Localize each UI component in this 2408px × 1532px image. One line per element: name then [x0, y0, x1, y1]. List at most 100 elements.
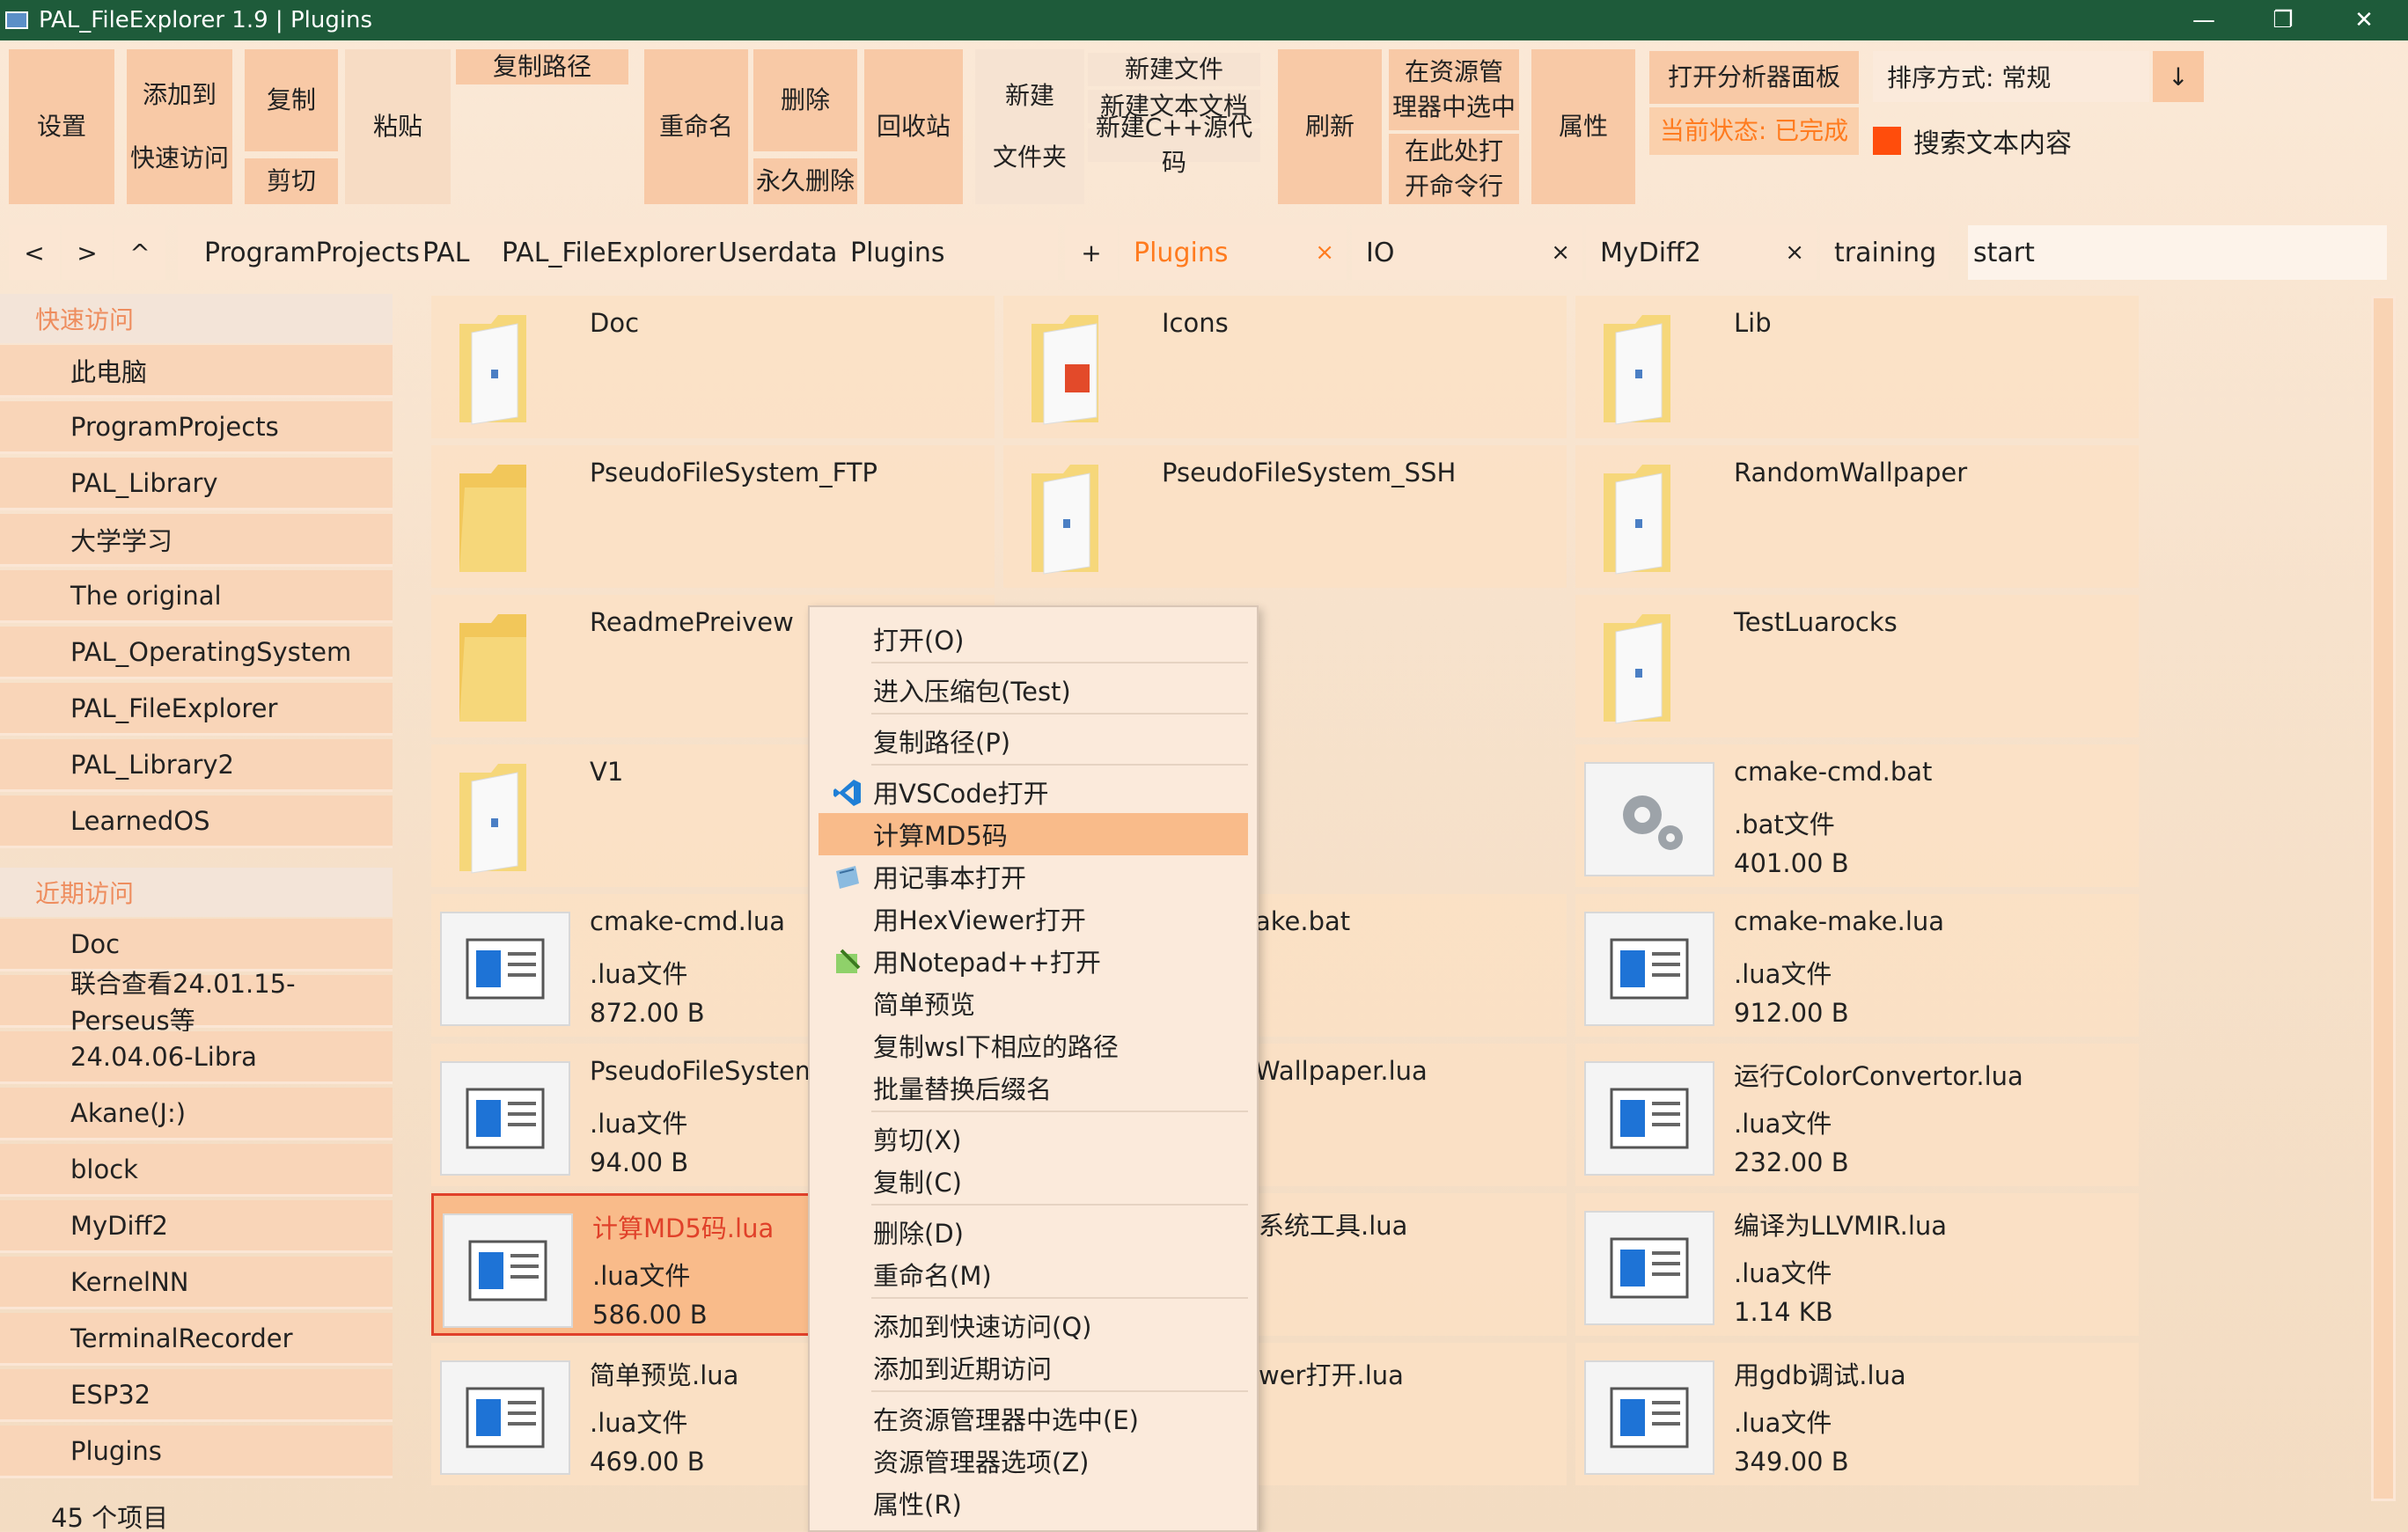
restore-button[interactable]: ❐ — [2243, 0, 2324, 40]
sidebar-item[interactable]: The original — [0, 570, 393, 623]
open-analyzer-button[interactable]: 打开分析器面板 — [1649, 51, 1859, 104]
properties-button[interactable]: 属性 — [1531, 49, 1635, 204]
add-tab-button[interactable]: + — [1065, 225, 1118, 280]
tab-training[interactable]: training — [1820, 225, 1949, 280]
menu-item-compute-md5[interactable]: 计算MD5码 — [819, 813, 1248, 855]
folder-item[interactable]: PseudoFileSystem_SSH — [1003, 445, 1567, 588]
menu-item-select-in-explorer[interactable]: 在资源管理器中选中(E) — [819, 1397, 1248, 1440]
sort-select[interactable]: 排序方式: 常规 — [1873, 51, 2149, 102]
menu-item-open-notepad[interactable]: 用记事本打开 — [819, 855, 1248, 898]
new-file-button[interactable]: 新建文件 — [1088, 53, 1260, 86]
tab-plugins[interactable]: Plugins × — [1120, 225, 1347, 280]
file-name: 用gdb调试.lua — [1734, 1360, 1906, 1390]
menu-item-delete[interactable]: 删除(D) — [819, 1211, 1248, 1253]
menu-item-copy-wsl-path[interactable]: 复制wsl下相应的路径 — [819, 1024, 1248, 1067]
new-cpp-source-button[interactable]: 新建C++源代码 — [1088, 113, 1260, 177]
vertical-scrollbar[interactable] — [2371, 296, 2396, 1501]
sidebar-item[interactable]: PAL_Library2 — [0, 739, 393, 792]
folder-item[interactable]: Lib — [1575, 296, 2139, 438]
close-button[interactable]: ✕ — [2324, 0, 2404, 40]
sort-direction-button[interactable]: ↓ — [2153, 51, 2204, 102]
copy-button[interactable]: 复制 — [245, 49, 338, 151]
permanent-delete-button[interactable]: 永久删除 — [753, 158, 857, 204]
folder-item[interactable]: Doc — [431, 296, 995, 438]
sidebar-item[interactable]: Akane(J:) — [0, 1088, 393, 1140]
file-item[interactable]: cmake-cmd.bat .bat文件 401.00 B — [1575, 744, 2139, 887]
search-input[interactable]: start — [1968, 225, 2387, 280]
status-indicator: 当前状态: 已完成 — [1649, 107, 1859, 155]
sidebar-item[interactable]: 大学学习 — [0, 514, 393, 567]
menu-item-simple-preview[interactable]: 简单预览 — [819, 982, 1248, 1024]
folder-item[interactable]: Icons — [1003, 296, 1567, 438]
file-item[interactable]: cmake-make.lua .lua文件 912.00 B — [1575, 894, 2139, 1037]
file-item[interactable]: 运行ColorConvertor.lua .lua文件 232.00 B — [1575, 1044, 2139, 1186]
tab-close-icon[interactable]: × — [1551, 225, 1570, 280]
menu-item-properties[interactable]: 属性(R) — [819, 1482, 1248, 1524]
menu-item-open-vscode[interactable]: 用VSCode打开 — [819, 771, 1248, 813]
settings-button[interactable]: 设置 — [9, 49, 114, 204]
sidebar-item[interactable]: 此电脑 — [0, 345, 393, 398]
sidebar-item[interactable]: LearnedOS — [0, 795, 393, 848]
tab-io[interactable]: IO × — [1352, 225, 1582, 280]
tab-mydiff2[interactable]: MyDiff2 × — [1586, 225, 1817, 280]
menu-item-enter-archive[interactable]: 进入压缩包(Test) — [819, 669, 1248, 711]
breadcrumb-item[interactable]: Plugins — [836, 225, 944, 280]
menu-item-copy[interactable]: 复制(C) — [819, 1160, 1248, 1202]
select-in-explorer-label-2: 理器中选中 — [1391, 92, 1516, 121]
rename-button[interactable]: 重命名 — [644, 49, 748, 204]
sidebar-item[interactable]: TerminalRecorder — [0, 1313, 393, 1366]
menu-item-rename[interactable]: 重命名(M) — [819, 1253, 1248, 1295]
gear-icon — [1584, 762, 1714, 876]
sidebar-item[interactable]: ProgramProjects — [0, 401, 393, 454]
select-in-explorer-button[interactable]: 在资源管 理器中选中 — [1389, 49, 1519, 130]
menu-item-add-quick-access[interactable]: 添加到快速访问(Q) — [819, 1304, 1248, 1346]
menu-item-open-notepadpp[interactable]: 用Notepad++打开 — [819, 940, 1248, 982]
menu-item-cut[interactable]: 剪切(X) — [819, 1118, 1248, 1160]
recycle-bin-button[interactable]: 回收站 — [864, 49, 963, 204]
new-folder-button[interactable]: 新建 文件夹 — [975, 49, 1084, 204]
back-button[interactable]: < — [9, 225, 60, 280]
paste-button[interactable]: 粘贴 — [345, 49, 451, 204]
folder-item[interactable]: PseudoFileSystem_FTP — [431, 445, 995, 588]
menu-item-open-hexviewer[interactable]: 用HexViewer打开 — [819, 898, 1248, 940]
breadcrumb-item[interactable]: PAL_FileExplorer — [488, 225, 716, 280]
sidebar-item[interactable]: block — [0, 1144, 393, 1197]
sidebar-item[interactable]: ESP32 — [0, 1369, 393, 1422]
sidebar-item[interactable]: 联合查看24.01.15-Perseus等 — [0, 969, 393, 1036]
refresh-button[interactable]: 刷新 — [1278, 49, 1382, 204]
up-button[interactable]: ^ — [114, 225, 165, 280]
folder-item[interactable]: RandomWallpaper — [1575, 445, 2139, 588]
tab-label: IO — [1366, 237, 1395, 268]
menu-item-explorer-options[interactable]: 资源管理器选项(Z) — [819, 1440, 1248, 1482]
add-to-quick-access-button[interactable]: 添加到 快速访问 — [127, 49, 232, 204]
minimize-button[interactable]: — — [2163, 0, 2244, 40]
menu-item-open[interactable]: 打开(O) — [819, 618, 1248, 660]
open-command-line-button[interactable]: 在此处打 开命令行 — [1389, 134, 1519, 204]
menu-item-copy-path[interactable]: 复制路径(P) — [819, 720, 1248, 762]
breadcrumb-item[interactable]: ProgramProjects — [190, 225, 420, 280]
tab-close-icon[interactable]: × — [1315, 225, 1334, 280]
search-text-checkbox[interactable] — [1873, 127, 1901, 155]
breadcrumb-item[interactable]: Userdata — [704, 225, 837, 280]
folder-icon — [1604, 315, 1670, 425]
menu-item-add-recent[interactable]: 添加到近期访问 — [819, 1346, 1248, 1389]
forward-button[interactable]: > — [62, 225, 113, 280]
file-item[interactable]: 用gdb调试.lua .lua文件 349.00 B — [1575, 1343, 2139, 1485]
sidebar-item[interactable]: PAL_Library — [0, 458, 393, 510]
breadcrumb-item[interactable]: PAL — [408, 225, 469, 280]
cut-button[interactable]: 剪切 — [245, 158, 338, 204]
copy-path-button[interactable]: 复制路径 — [456, 49, 628, 84]
file-type: .lua文件 — [590, 1408, 688, 1438]
menu-item-batch-rename-ext[interactable]: 批量替换后缀名 — [819, 1067, 1248, 1109]
tab-close-icon[interactable]: × — [1785, 225, 1804, 280]
sidebar-item[interactable]: 24.04.06-Libra — [0, 1031, 393, 1084]
file-item[interactable]: 编译为LLVMIR.lua .lua文件 1.14 KB — [1575, 1193, 2139, 1336]
sidebar-item[interactable]: KernelNN — [0, 1257, 393, 1309]
sidebar-item[interactable]: Plugins — [0, 1426, 393, 1478]
sidebar-item[interactable]: MyDiff2 — [0, 1200, 393, 1253]
sidebar-item[interactable]: PAL_FileExplorer — [0, 683, 393, 736]
delete-button[interactable]: 删除 — [753, 49, 857, 151]
quick-access-label: 快速访问 — [129, 143, 229, 172]
folder-item[interactable]: TestLuarocks — [1575, 595, 2139, 737]
sidebar-item[interactable]: PAL_OperatingSystem — [0, 627, 393, 679]
